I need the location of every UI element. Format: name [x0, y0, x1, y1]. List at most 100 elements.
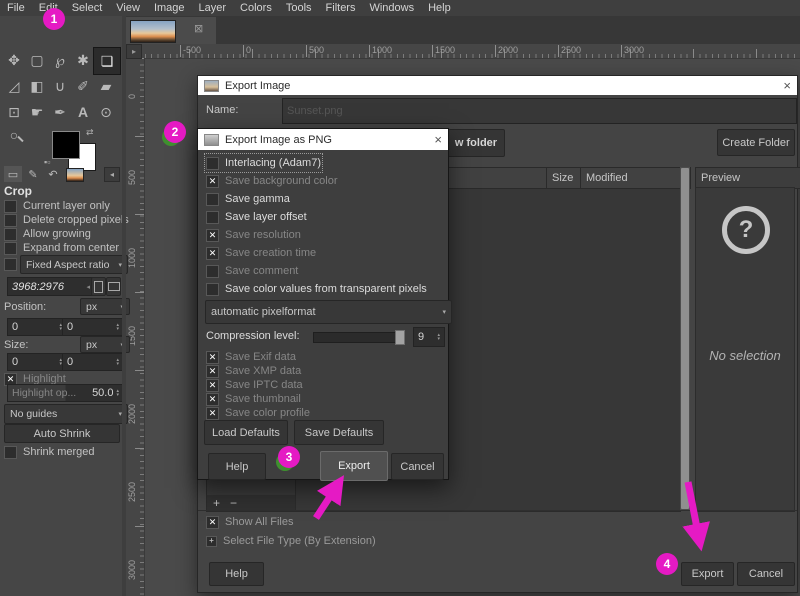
auto-shrink-button[interactable]: Auto Shrink [4, 424, 120, 443]
free-select-tool-icon[interactable]: ℘ [49, 49, 71, 71]
option-save-layer-offset[interactable]: Save layer offset [206, 209, 307, 225]
ink-tool-icon[interactable]: ✒ [49, 101, 71, 123]
option-save-creation-time[interactable]: ✕ Save creation time [206, 245, 316, 261]
option-save-background-color[interactable]: ✕ Save background color [206, 173, 338, 189]
scrollbar-thumb[interactable] [681, 168, 689, 509]
option-save-color-profile[interactable]: ✕ Save color profile [206, 406, 310, 420]
size-height-input[interactable]: 0▴▾ [62, 353, 124, 371]
checkbox[interactable] [206, 211, 219, 224]
checkbox[interactable] [4, 242, 17, 255]
option-interlacing[interactable]: Interlacing (Adam7) [206, 155, 321, 171]
rectangle-select-tool-icon[interactable]: ▢ [26, 49, 48, 71]
checkbox[interactable] [4, 214, 17, 227]
option-save-thumbnail[interactable]: ✕ Save thumbnail [206, 392, 301, 406]
remove-bookmark-button[interactable]: − [230, 496, 237, 510]
menu-help[interactable]: Help [421, 2, 458, 14]
fixed-checkbox[interactable] [4, 258, 17, 271]
landscape-orientation-button[interactable] [106, 277, 121, 296]
option-save-xmp[interactable]: ✕ Save XMP data [206, 364, 301, 378]
ruler-corner-button[interactable]: ▸ [126, 44, 142, 59]
menu-colors[interactable]: Colors [233, 2, 279, 14]
checkbox[interactable] [206, 283, 219, 296]
undo-history-tab-icon[interactable]: ↶ [44, 166, 62, 182]
image-dock-tab-icon[interactable] [66, 168, 84, 182]
checkbox[interactable]: ✕ [206, 407, 219, 420]
file-list-scrollbar[interactable] [680, 167, 690, 510]
select-file-type-expander[interactable]: + Select File Type (By Extension) [206, 534, 376, 548]
smudge-tool-icon[interactable]: ☛ [26, 101, 48, 123]
option-current-layer-only[interactable]: Current layer only [4, 199, 110, 213]
crop-tool-icon[interactable]: ❏ [93, 47, 121, 75]
image-tab-sunset[interactable]: ⊠ [124, 17, 216, 44]
clone-tool-icon[interactable]: ⊡ [3, 101, 25, 123]
export-button[interactable]: Export [681, 562, 734, 586]
move-tool-icon[interactable]: ✥ [3, 49, 25, 71]
option-save-exif[interactable]: ✕ Save Exif data [206, 350, 296, 364]
filename-input[interactable]: Sunset.png [282, 98, 797, 124]
save-defaults-button[interactable]: Save Defaults [294, 420, 384, 445]
option-save-comment[interactable]: Save comment [206, 263, 298, 279]
checkbox[interactable] [206, 193, 219, 206]
foreground-color-swatch[interactable] [52, 131, 80, 159]
swap-colors-icon[interactable]: ⇄ [86, 127, 94, 138]
size-width-input[interactable]: 0▴▾ [7, 353, 67, 371]
position-x-input[interactable]: 0▴▾ [7, 318, 67, 336]
close-icon[interactable]: × [434, 133, 442, 146]
cancel-button[interactable]: Cancel [737, 562, 795, 586]
checkbox[interactable]: ✕ [206, 379, 219, 392]
highlight-opacity-slider[interactable]: Highlight op... 50.0 ▴▾ [7, 384, 124, 402]
option-delete-cropped-pixels[interactable]: Delete cropped pixels [4, 213, 129, 227]
position-y-input[interactable]: 0▴▾ [62, 318, 124, 336]
current-folder-breadcrumb-button[interactable]: w folder [447, 129, 505, 157]
menu-layer[interactable]: Layer [192, 2, 234, 14]
shear-tool-icon[interactable]: ◿ [3, 75, 25, 97]
dock-splitter[interactable] [122, 16, 126, 596]
option-expand-from-center[interactable]: Expand from center [4, 241, 119, 255]
checkbox[interactable]: ✕ [206, 351, 219, 364]
option-save-iptc[interactable]: ✕ Save IPTC data [206, 378, 303, 392]
eraser-tool-icon[interactable]: ▰ [95, 75, 117, 97]
zoom-tool-icon[interactable]: ○ [3, 124, 25, 146]
menu-windows[interactable]: Windows [362, 2, 421, 14]
menu-tools[interactable]: Tools [279, 2, 319, 14]
menu-file[interactable]: File [0, 2, 32, 14]
checkbox[interactable]: ✕ [206, 247, 219, 260]
show-all-files-option[interactable]: ✕ Show All Files [206, 515, 293, 529]
checkbox[interactable] [4, 446, 17, 459]
checkbox[interactable] [4, 228, 17, 241]
checkbox[interactable] [4, 200, 17, 213]
png-help-button[interactable]: Help [208, 453, 266, 480]
clear-icon[interactable]: ◂ [86, 283, 90, 291]
help-button[interactable]: Help [209, 562, 264, 586]
fuzzy-select-tool-icon[interactable]: ✱ [72, 49, 94, 71]
pixelformat-dropdown[interactable]: automatic pixelformat▾ [205, 300, 452, 324]
menu-select[interactable]: Select [65, 2, 110, 14]
menu-image[interactable]: Image [147, 2, 192, 14]
spinner-arrows[interactable]: ▴▾ [116, 389, 119, 397]
column-header-modified[interactable]: Modified [580, 167, 691, 189]
expander-icon[interactable]: + [206, 536, 217, 547]
fixed-aspect-dropdown[interactable]: Fixed Aspect ratio▾ [20, 255, 128, 274]
checkbox[interactable]: ✕ [206, 393, 219, 406]
aspect-ratio-input[interactable]: 3968:2976◂ [7, 277, 95, 296]
spinner-arrows[interactable]: ▴▾ [116, 358, 119, 366]
load-defaults-button[interactable]: Load Defaults [204, 420, 288, 445]
checkbox[interactable] [206, 265, 219, 278]
option-save-resolution[interactable]: ✕ Save resolution [206, 227, 301, 243]
close-icon[interactable]: × [783, 79, 791, 92]
option-save-gamma[interactable]: Save gamma [206, 191, 290, 207]
create-folder-button[interactable]: Create Folder [717, 129, 795, 156]
compression-slider[interactable] [313, 332, 404, 343]
menu-view[interactable]: View [109, 2, 147, 14]
export-dialog-titlebar[interactable]: Export Image × [198, 76, 797, 95]
compression-slider-thumb[interactable] [395, 330, 405, 345]
compression-value-input[interactable]: 9 ▴▾ [413, 327, 445, 347]
text-tool-icon[interactable]: A [72, 101, 94, 123]
png-dialog-titlebar[interactable]: Export Image as PNG × [198, 129, 448, 150]
color-picker-tool-icon[interactable]: ⊙ [95, 101, 117, 123]
guides-dropdown[interactable]: No guides▾ [4, 404, 128, 424]
bucket-fill-tool-icon[interactable]: ∪ [49, 75, 71, 97]
tool-options-tab-icon[interactable]: ▭ [4, 166, 22, 182]
checkbox[interactable]: ✕ [206, 229, 219, 242]
checkbox[interactable] [206, 157, 219, 170]
